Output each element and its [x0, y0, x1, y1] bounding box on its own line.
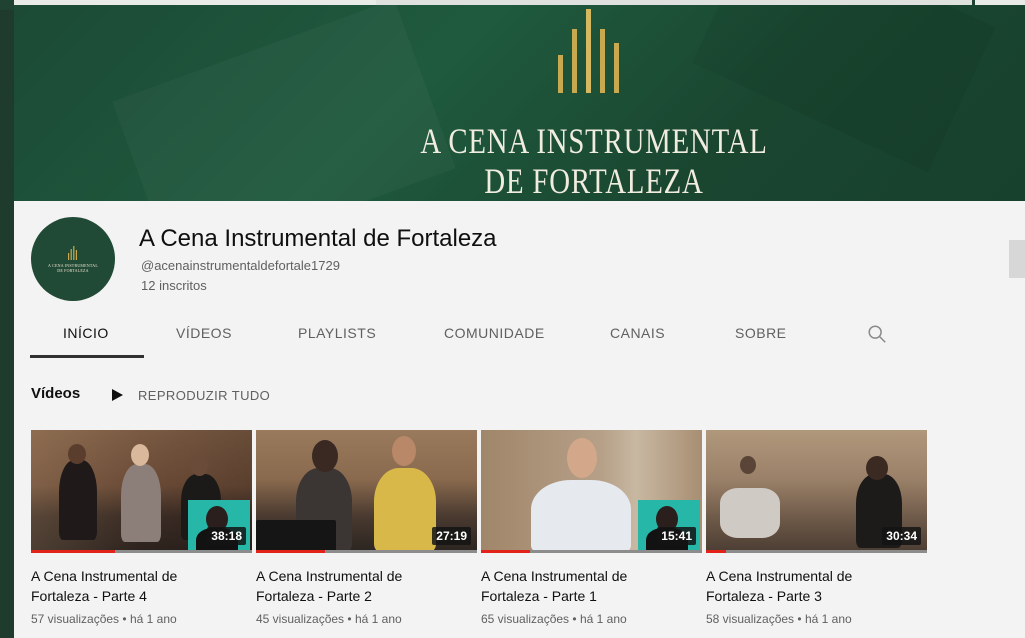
video-views: 58 visualizações: [706, 612, 795, 626]
video-card[interactable]: 27:19 A Cena Instrumental de Fortaleza -…: [256, 430, 477, 626]
video-views: 65 visualizações: [481, 612, 570, 626]
play-icon: [112, 389, 123, 401]
video-meta: 65 visualizações • há 1 ano: [481, 612, 701, 626]
video-thumbnail[interactable]: 38:18: [31, 430, 252, 553]
video-views: 45 visualizações: [256, 612, 345, 626]
channel-avatar[interactable]: A CENA INSTRUMENTAL DE FORTALEZA: [31, 217, 115, 301]
video-card[interactable]: 30:34 A Cena Instrumental de Fortaleza -…: [706, 430, 927, 626]
video-age: há 1 ano: [354, 612, 402, 626]
video-meta: 57 visualizações • há 1 ano: [31, 612, 251, 626]
watch-progress-fill: [31, 550, 115, 553]
play-all-button[interactable]: REPRODUZIR TUDO: [110, 385, 270, 405]
watch-progress-fill: [706, 550, 726, 553]
meta-separator: •: [797, 612, 802, 626]
tab-playlists[interactable]: PLAYLISTS: [298, 325, 376, 341]
active-tab-indicator: [30, 355, 144, 358]
banner-title-line2: DE FORTALEZA: [484, 161, 704, 201]
banner-title-line1: A CENA INSTRUMENTAL: [420, 121, 768, 161]
page-edge: [0, 0, 14, 638]
channel-banner: A CENA INSTRUMENTAL DE FORTALEZA: [14, 5, 1025, 201]
video-views: 57 visualizações: [31, 612, 120, 626]
scroll-handle[interactable]: [1009, 240, 1025, 278]
watch-progress-fill: [481, 550, 530, 553]
video-thumbnail[interactable]: 27:19: [256, 430, 477, 553]
subscriber-count: 12 inscritos: [141, 278, 207, 293]
tab-canais[interactable]: CANAIS: [610, 325, 665, 341]
video-age: há 1 ano: [804, 612, 852, 626]
video-card[interactable]: 15:41 A Cena Instrumental de Fortaleza -…: [481, 430, 702, 626]
watch-progress-fill: [256, 550, 325, 553]
avatar-text: A CENA INSTRUMENTAL DE FORTALEZA: [48, 263, 98, 273]
video-title[interactable]: A Cena Instrumental de Fortaleza - Parte…: [481, 566, 681, 606]
tab-sobre[interactable]: SOBRE: [735, 325, 787, 341]
video-age: há 1 ano: [579, 612, 627, 626]
watch-progress: [481, 550, 702, 553]
video-age: há 1 ano: [129, 612, 177, 626]
play-all-label: REPRODUZIR TUDO: [138, 387, 271, 403]
watch-progress: [31, 550, 252, 553]
tab-comunidade[interactable]: COMUNIDADE: [444, 325, 545, 341]
video-meta: 58 visualizações • há 1 ano: [706, 612, 926, 626]
avatar-logo-icon: [68, 245, 77, 260]
section-title: Vídeos: [31, 385, 81, 402]
avatar-text-line2: DE FORTALEZA: [57, 267, 89, 273]
watch-progress: [706, 550, 927, 553]
meta-separator: •: [122, 612, 127, 626]
banner-title: A CENA INSTRUMENTAL DE FORTALEZA: [386, 121, 802, 201]
channel-handle: @acenainstrumentaldefortale1729: [141, 258, 340, 273]
meta-separator: •: [572, 612, 577, 626]
video-duration: 30:34: [882, 527, 921, 545]
video-thumbnail[interactable]: 30:34: [706, 430, 927, 553]
video-duration: 38:18: [207, 527, 246, 545]
meta-separator: •: [347, 612, 352, 626]
logo-bars-icon: [558, 9, 619, 93]
video-card[interactable]: 38:18 A Cena Instrumental de Fortaleza -…: [31, 430, 252, 626]
channel-tabs: INÍCIO VÍDEOS PLAYLISTS COMUNIDADE CANAI…: [30, 319, 910, 359]
channel-content: A CENA INSTRUMENTAL DE FORTALEZA A Cena …: [14, 201, 1025, 638]
video-thumbnail[interactable]: 15:41: [481, 430, 702, 553]
video-duration: 27:19: [432, 527, 471, 545]
watch-progress: [256, 550, 477, 553]
video-meta: 45 visualizações • há 1 ano: [256, 612, 476, 626]
video-duration: 15:41: [657, 527, 696, 545]
video-title[interactable]: A Cena Instrumental de Fortaleza - Parte…: [706, 566, 906, 606]
video-title[interactable]: A Cena Instrumental de Fortaleza - Parte…: [256, 566, 456, 606]
tab-inicio[interactable]: INÍCIO: [63, 325, 109, 341]
tab-videos[interactable]: VÍDEOS: [176, 325, 232, 341]
search-icon[interactable]: [866, 323, 888, 345]
video-title[interactable]: A Cena Instrumental de Fortaleza - Parte…: [31, 566, 231, 606]
avatar-text-line1: A CENA INSTRUMENTAL: [48, 262, 98, 268]
channel-name: A Cena Instrumental de Fortaleza: [139, 225, 497, 252]
